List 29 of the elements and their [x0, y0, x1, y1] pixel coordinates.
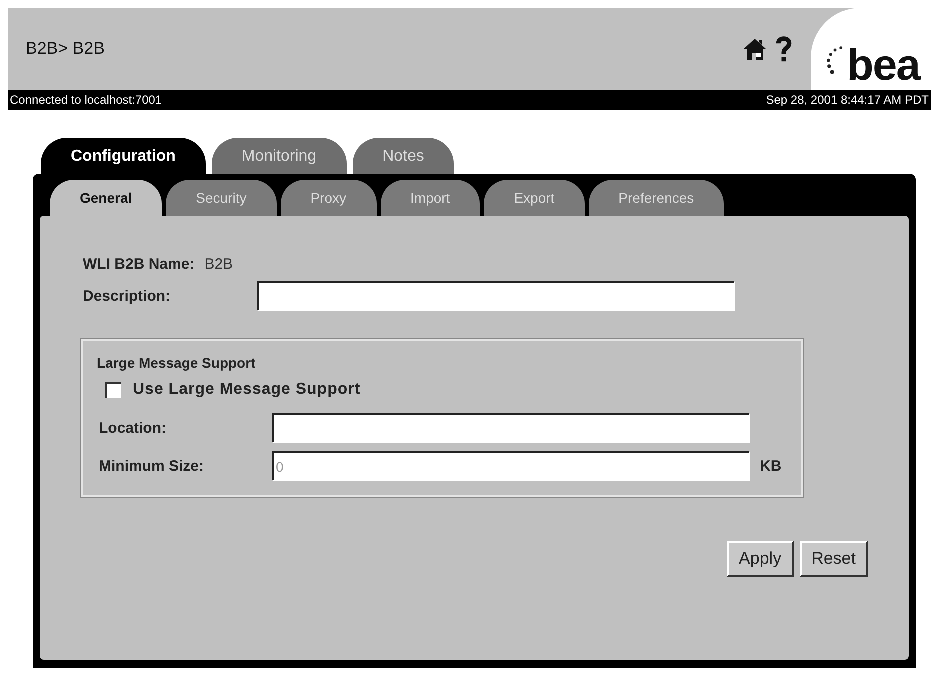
tab[interactable]: Preferences	[588, 180, 724, 216]
tab[interactable]: Notes	[352, 138, 454, 174]
connection-status: Connected to localhost:7001	[10, 93, 162, 107]
field-label: Minimum Size:	[99, 458, 206, 474]
checkbox-label[interactable]: Use Large Message Support	[133, 381, 361, 399]
tab[interactable]: Security	[166, 180, 277, 216]
form-button[interactable]: Apply	[727, 541, 794, 577]
name-value: B2B	[204, 256, 234, 273]
tab[interactable]: Configuration	[41, 138, 206, 174]
location-field[interactable]	[272, 413, 750, 443]
timestamp: Sep 28, 2001 8:44:17 AM PDT	[766, 93, 929, 107]
field-label: WLI B2B Name:	[83, 256, 195, 273]
logo: bea	[811, 8, 931, 90]
tab[interactable]: Import	[380, 180, 480, 216]
checkbox[interactable]	[105, 382, 121, 398]
form-button[interactable]: Reset	[800, 541, 868, 577]
description-field[interactable]	[257, 281, 735, 311]
tab[interactable]: General	[50, 180, 162, 216]
home-icon[interactable]	[743, 37, 767, 61]
minimum-size-field[interactable]: 0	[272, 451, 750, 481]
breadcrumb: B2B> B2B	[26, 39, 105, 59]
field-label: Description:	[83, 288, 172, 304]
help-icon[interactable]	[775, 35, 793, 63]
tab[interactable]: Proxy	[280, 180, 377, 216]
tab[interactable]: Export	[484, 180, 585, 216]
group-title: Large Message Support	[97, 355, 257, 371]
unit-label: KB	[760, 458, 782, 474]
tab[interactable]: Monitoring	[212, 138, 347, 174]
field-label: Location:	[99, 420, 168, 436]
